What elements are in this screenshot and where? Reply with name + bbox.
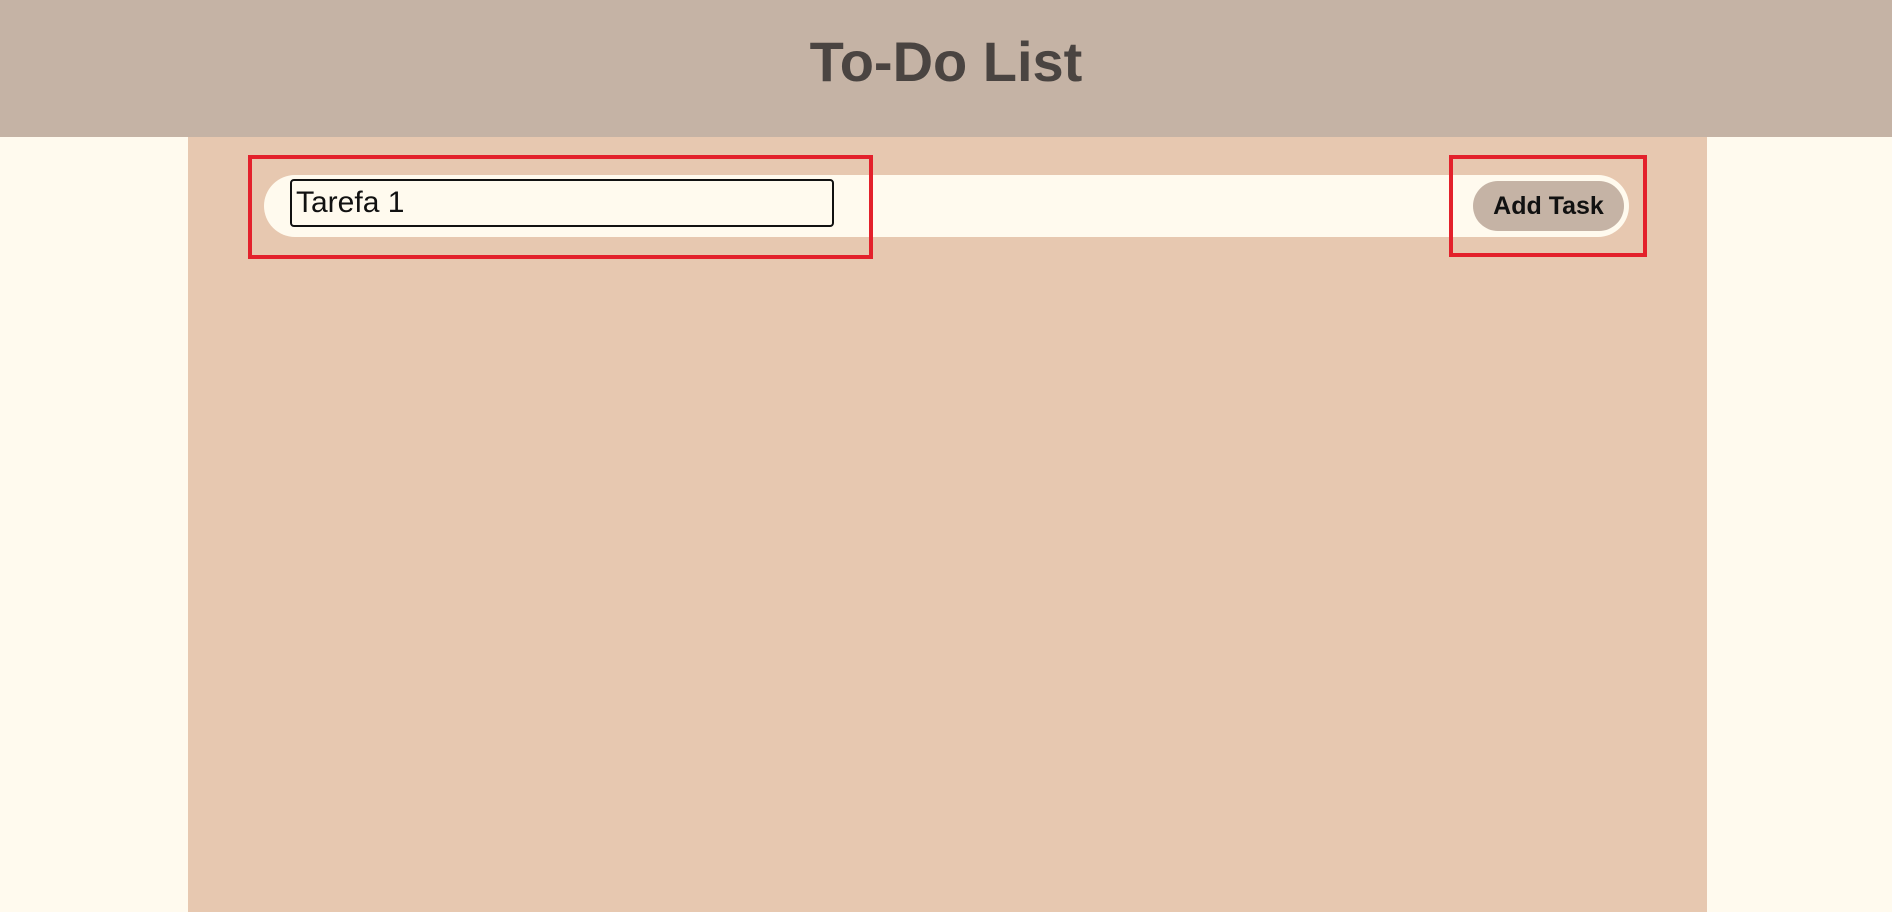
main-panel: Add Task	[188, 137, 1707, 912]
app-header: To-Do List	[0, 0, 1892, 137]
add-task-form: Add Task	[264, 175, 1629, 237]
task-input[interactable]	[290, 179, 834, 227]
page-title: To-Do List	[809, 30, 1083, 93]
add-task-button[interactable]: Add Task	[1473, 181, 1624, 231]
